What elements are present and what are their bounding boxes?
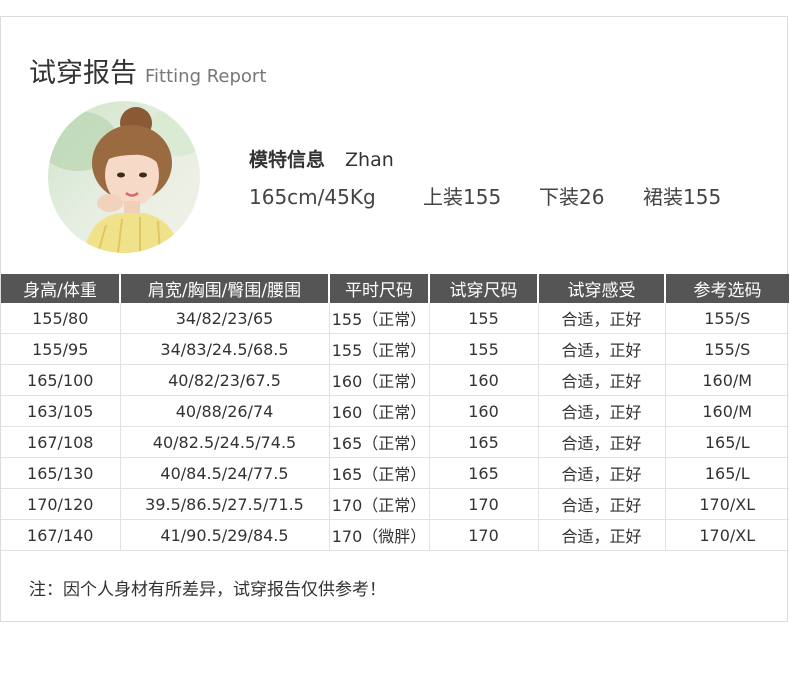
model-top-size: 上装155 [423, 185, 502, 209]
table-row: 163/105 40/88/26/74 160（正常） 160 合适，正好 16… [1, 395, 789, 427]
cell-height-weight: 167/108 [1, 426, 121, 458]
table-row: 167/108 40/82.5/24.5/74.5 165（正常） 165 合适… [1, 426, 789, 458]
cell-recommended-size: 160/M [665, 364, 789, 396]
cell-feeling: 合适，正好 [538, 395, 666, 427]
table-row: 165/130 40/84.5/24/77.5 165（正常） 165 合适，正… [1, 457, 789, 489]
cell-recommended-size: 170/XL [665, 519, 789, 551]
model-info-label: 模特信息 [249, 149, 326, 171]
cell-tried-size: 155 [429, 303, 539, 334]
cell-feeling: 合适，正好 [538, 488, 666, 520]
cell-recommended-size: 155/S [665, 303, 789, 334]
cell-height-weight: 155/80 [1, 303, 121, 334]
table-header-row: 身高/体重 肩宽/胸围/臀围/腰围 平时尺码 试穿尺码 试穿感受 参考选码 [1, 274, 789, 303]
header-recommended-size: 参考选码 [665, 274, 789, 303]
header-measurements: 肩宽/胸围/臀围/腰围 [120, 274, 330, 303]
cell-tried-size: 170 [429, 488, 539, 520]
model-height-weight: 165cm/45Kg [249, 185, 376, 209]
cell-feeling: 合适，正好 [538, 364, 666, 396]
cell-recommended-size: 165/L [665, 457, 789, 489]
cell-usual-size: 165（正常） [329, 426, 430, 458]
cell-tried-size: 165 [429, 457, 539, 489]
cell-tried-size: 165 [429, 426, 539, 458]
model-photo-icon [48, 101, 200, 253]
model-name: Zhan [345, 149, 394, 171]
table-row: 155/80 34/82/23/65 155（正常） 155 合适，正好 155… [1, 303, 789, 334]
cell-height-weight: 170/120 [1, 488, 121, 520]
cell-measurements: 40/84.5/24/77.5 [120, 457, 330, 489]
fitting-table: 身高/体重 肩宽/胸围/臀围/腰围 平时尺码 试穿尺码 试穿感受 参考选码 15… [1, 274, 789, 551]
fitting-report-card: 试穿报告 Fitting Report 模特信息 Zhan 165cm/45Kg… [0, 16, 789, 622]
cell-height-weight: 167/140 [1, 519, 121, 551]
cell-measurements: 40/82/23/67.5 [120, 364, 330, 396]
cell-feeling: 合适，正好 [538, 519, 666, 551]
cell-height-weight: 163/105 [1, 395, 121, 427]
cell-height-weight: 155/95 [1, 333, 121, 365]
cell-feeling: 合适，正好 [538, 303, 666, 334]
cell-height-weight: 165/130 [1, 457, 121, 489]
header-feeling: 试穿感受 [538, 274, 666, 303]
cell-usual-size: 170（微胖） [329, 519, 430, 551]
page-title: 试穿报告 Fitting Report [29, 51, 266, 90]
cell-recommended-size: 160/M [665, 395, 789, 427]
table-row: 167/140 41/90.5/29/84.5 170（微胖） 170 合适，正… [1, 519, 789, 551]
cell-usual-size: 155（正常） [329, 303, 430, 334]
header-tried-size: 试穿尺码 [429, 274, 539, 303]
table-row: 155/95 34/83/24.5/68.5 155（正常） 155 合适，正好… [1, 333, 789, 365]
model-stats: 165cm/45Kg 上装155 下装26 裙装155 [249, 181, 721, 210]
cell-tried-size: 155 [429, 333, 539, 365]
header-height-weight: 身高/体重 [1, 274, 121, 303]
table-row: 170/120 39.5/86.5/27.5/71.5 170（正常） 170 … [1, 488, 789, 520]
cell-usual-size: 160（正常） [329, 395, 430, 427]
title-chinese: 试穿报告 [29, 58, 137, 89]
cell-recommended-size: 155/S [665, 333, 789, 365]
cell-measurements: 40/88/26/74 [120, 395, 330, 427]
cell-usual-size: 155（正常） [329, 333, 430, 365]
cell-recommended-size: 170/XL [665, 488, 789, 520]
cell-measurements: 39.5/86.5/27.5/71.5 [120, 488, 330, 520]
cell-usual-size: 160（正常） [329, 364, 430, 396]
disclaimer-note: 注：因个人身材有所差异，试穿报告仅供参考！ [29, 580, 386, 600]
cell-usual-size: 165（正常） [329, 457, 430, 489]
model-skirt-size: 裙装155 [643, 185, 722, 209]
cell-height-weight: 165/100 [1, 364, 121, 396]
cell-recommended-size: 165/L [665, 426, 789, 458]
cell-measurements: 40/82.5/24.5/74.5 [120, 426, 330, 458]
cell-tried-size: 170 [429, 519, 539, 551]
table-row: 165/100 40/82/23/67.5 160（正常） 160 合适，正好 … [1, 364, 789, 396]
model-info-row: 模特信息 Zhan [249, 145, 394, 172]
cell-feeling: 合适，正好 [538, 426, 666, 458]
cell-tried-size: 160 [429, 395, 539, 427]
header-usual-size: 平时尺码 [329, 274, 430, 303]
cell-measurements: 34/82/23/65 [120, 303, 330, 334]
cell-feeling: 合适，正好 [538, 333, 666, 365]
cell-feeling: 合适，正好 [538, 457, 666, 489]
model-bottom-size: 下装26 [539, 185, 605, 209]
model-avatar [48, 101, 200, 253]
cell-measurements: 34/83/24.5/68.5 [120, 333, 330, 365]
cell-tried-size: 160 [429, 364, 539, 396]
cell-measurements: 41/90.5/29/84.5 [120, 519, 330, 551]
cell-usual-size: 170（正常） [329, 488, 430, 520]
title-english: Fitting Report [145, 66, 267, 87]
